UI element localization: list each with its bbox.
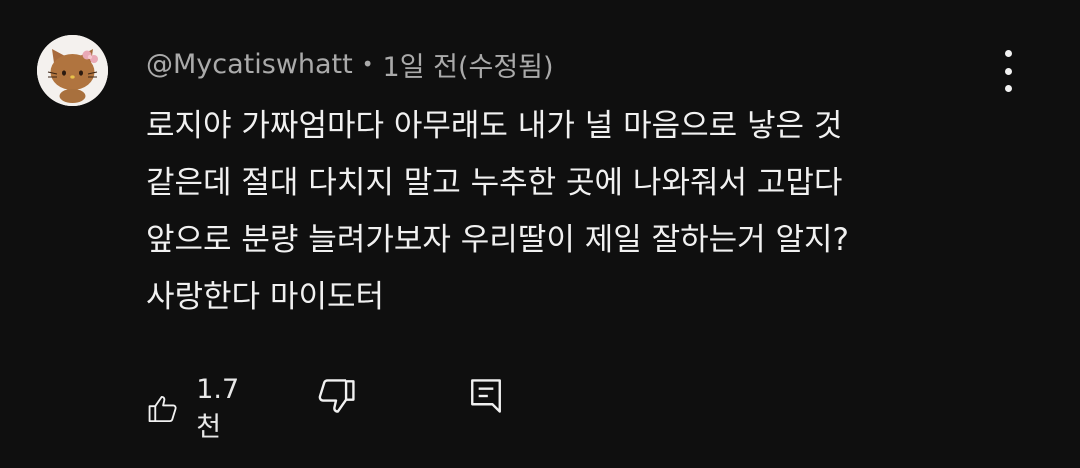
like-count: 1.7천 [196, 374, 240, 443]
thumbs-up-icon [148, 395, 177, 423]
comment-body-line: 로지야 가짜엄마다 아무래도 내가 널 마음으로 낳은 것 [146, 108, 843, 144]
more-vertical-icon [1004, 50, 1012, 57]
author-name[interactable]: @Mycatiswhatt [146, 49, 353, 80]
dislike-button[interactable] [314, 374, 358, 418]
comment-body-line: 앞으로 분량 늘려가보자 우리딸이 제일 잘하는거 알지? [146, 222, 850, 258]
meta-separator: • [361, 52, 374, 76]
more-vertical-icon-dot [1004, 67, 1012, 75]
comment-body: 로지야 가짜엄마다 아무래도 내가 널 마음으로 낳은 것 같은데 절대 다치지… [146, 98, 1026, 326]
avatar[interactable] [37, 35, 108, 106]
comment-item: @Mycatiswhatt • 1일 전(수정됨) 로지야 가짜엄마다 아무래도… [0, 0, 1080, 468]
like-button[interactable]: 1.7천 [146, 374, 249, 444]
comment-menu-button[interactable] [992, 50, 1024, 92]
reply-button[interactable] [464, 374, 508, 418]
thumbs-down-icon [318, 379, 355, 413]
hello-kitty-avatar-icon [37, 35, 108, 106]
comment-meta: @Mycatiswhatt • 1일 전(수정됨) [146, 44, 554, 84]
comment-body-line: 사랑한다 마이도터 [146, 279, 385, 315]
comment-reply-icon [471, 379, 501, 413]
more-vertical-icon-dot [1004, 85, 1012, 92]
comment-body-line: 같은데 절대 다치지 말고 누추한 곳에 나와줘서 고맙다 [146, 165, 843, 201]
comment-timestamp[interactable]: 1일 전(수정됨) [383, 45, 554, 84]
